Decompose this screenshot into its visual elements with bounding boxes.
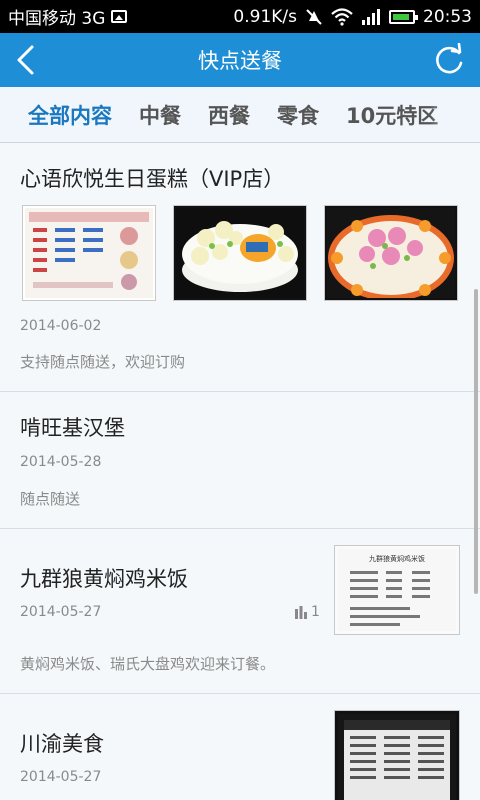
- scrollbar[interactable]: [474, 289, 478, 594]
- menu-photo[interactable]: 九群狼黄焖鸡米饭: [334, 545, 460, 635]
- back-arrow-icon[interactable]: [12, 43, 44, 77]
- menu-photo[interactable]: [22, 205, 156, 301]
- thumbnail-row: [22, 205, 458, 301]
- item-title: 心语欣悦生日蛋糕（VIP店）: [20, 167, 285, 191]
- category-tabs: 全部内容 中餐 西餐 零食 10元特区: [0, 87, 480, 143]
- item-description: 黄焖鸡米饭、瑞氏大盘鸡欢迎来订餐。: [20, 655, 276, 673]
- item-date: 2014-05-27: [20, 769, 102, 785]
- image-icon: [111, 10, 128, 23]
- item-date: 2014-06-02: [20, 318, 102, 334]
- clock: 20:53: [423, 6, 472, 27]
- item-description: 支持随点随送，欢迎订购: [20, 353, 186, 371]
- item-description: 随点随送: [20, 490, 81, 508]
- bar-chart-icon: [295, 606, 307, 619]
- shop-list: 心语欣悦生日蛋糕（VIP店） 2014-06-02 支持随点随送，欢迎订购 啃旺…: [0, 143, 480, 800]
- cake-photo[interactable]: [324, 205, 458, 301]
- menu-heading: 九群狼黄焖鸡米饭: [369, 554, 425, 563]
- tab-chinese[interactable]: 中餐: [139, 100, 181, 130]
- network-speed: 0.91K/s: [233, 6, 297, 27]
- tab-all[interactable]: 全部内容: [28, 100, 112, 130]
- page-title: 快点送餐: [198, 49, 282, 73]
- view-stat: 1: [294, 604, 320, 620]
- mute-icon: [306, 8, 322, 25]
- app-header: 快点送餐: [0, 33, 480, 87]
- list-item[interactable]: 啃旺基汉堡 2014-05-28 随点随送: [0, 392, 480, 529]
- carrier-label: 中国移动 3G: [8, 9, 106, 29]
- item-title: 川渝美食: [20, 732, 104, 756]
- list-item[interactable]: 川渝美食 2014-05-27: [0, 694, 480, 800]
- signal-icon: [362, 8, 380, 25]
- item-date: 2014-05-28: [20, 454, 102, 470]
- wifi-icon: [331, 7, 353, 26]
- battery-icon: [389, 9, 418, 24]
- status-bar: 中国移动 3G 0.91K/s 20:53: [0, 0, 480, 33]
- tab-western[interactable]: 西餐: [208, 100, 250, 130]
- menu-photo[interactable]: [334, 710, 460, 800]
- list-item[interactable]: 心语欣悦生日蛋糕（VIP店） 2014-06-02 支持随点随送，欢迎订购: [0, 143, 480, 392]
- cake-photo[interactable]: [173, 205, 307, 301]
- refresh-icon[interactable]: [432, 43, 466, 77]
- view-count: 1: [311, 604, 320, 620]
- tab-ten-yuan[interactable]: 10元特区: [346, 100, 438, 130]
- item-title: 啃旺基汉堡: [20, 416, 125, 440]
- item-title: 九群狼黄焖鸡米饭: [20, 567, 188, 591]
- tabs-fade: [430, 87, 480, 142]
- item-date: 2014-05-27: [20, 604, 102, 620]
- list-item[interactable]: 九群狼黄焖鸡米饭 2014-05-27 1 九群狼黄焖鸡米饭 黄焖鸡米饭、瑞氏大…: [0, 529, 480, 694]
- tab-snacks[interactable]: 零食: [277, 100, 319, 130]
